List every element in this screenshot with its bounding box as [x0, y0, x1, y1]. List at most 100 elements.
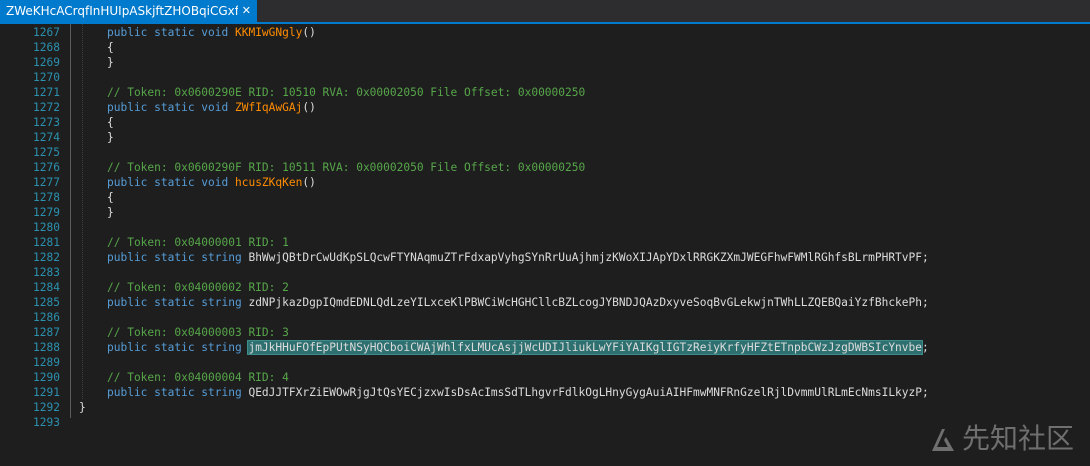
line-number: 1267	[33, 26, 60, 39]
keyword-token: public static string	[107, 251, 249, 264]
line-number: 1285	[33, 296, 60, 309]
line-number: 1282	[33, 251, 60, 264]
code-line[interactable]: 1276 // Token: 0x0600290F RID: 10511 RVA:…	[0, 160, 1090, 175]
comment-token: // Token: 0x0600290F RID: 10511 RVA: 0x0…	[107, 161, 586, 174]
close-icon[interactable]: ✕	[242, 0, 251, 22]
code-text: }	[79, 400, 86, 415]
code-line[interactable]: 1293	[0, 415, 1090, 430]
watermark-logo-icon	[931, 429, 954, 451]
code-token: BhWwjQBtDrCwUdKpSLQcwFTYNAqmuZTrFdxapVyh…	[248, 251, 922, 264]
code-line[interactable]: 1289	[0, 355, 1090, 370]
code-text: {	[107, 115, 114, 130]
code-line[interactable]: 1275	[0, 145, 1090, 160]
code-text: // Token: 0x0600290E RID: 10510 RVA: 0x0…	[107, 85, 585, 100]
keyword-token: public static void	[107, 176, 235, 189]
code-text: // Token: 0x04000001 RID: 1	[107, 235, 289, 250]
code-text: public static string zdNPjkazDgpIQmdEDNL…	[107, 295, 929, 310]
line-number: 1276	[33, 161, 60, 174]
method-name-token: KKMIwGNgly	[234, 26, 303, 39]
code-line[interactable]: 1282 public static string BhWwjQBtDrCwUdK…	[0, 250, 1090, 265]
line-number: 1286	[33, 311, 60, 324]
code-token: zdNPjkazDgpIQmdEDNLQdLzeYILxceKlPBWCiWcH…	[248, 296, 922, 309]
code-token: }	[79, 401, 86, 414]
code-text: // Token: 0x0600290F RID: 10511 RVA: 0x0…	[107, 160, 585, 175]
keyword-token: public static string	[107, 341, 249, 354]
code-token: ()	[302, 26, 316, 39]
line-number: 1291	[33, 386, 60, 399]
selected-identifier[interactable]: jmJkHHuFOfEpPUtNSyHQCboiCWAjWhlfxLMUcAsj…	[247, 340, 923, 355]
line-number: 1293	[33, 416, 60, 429]
watermark-label: 先知社区	[961, 422, 1074, 455]
code-token: ;	[922, 386, 929, 399]
code-line[interactable]: 1272 public static void ZWfIqAwGAj()	[0, 100, 1090, 115]
code-line[interactable]: 1285 public static string zdNPjkazDgpIQmd…	[0, 295, 1090, 310]
line-number: 1272	[33, 101, 60, 114]
code-line[interactable]: 1288 public static string jmJkHHuFOfEpPUt…	[0, 340, 1090, 355]
code-line[interactable]: 1292}	[0, 400, 1090, 415]
code-text: public static void ZWfIqAwGAj()	[107, 100, 316, 115]
code-line[interactable]: 1290 // Token: 0x04000004 RID: 4	[0, 370, 1090, 385]
code-text: // Token: 0x04000004 RID: 4	[107, 370, 289, 385]
comment-token: // Token: 0x04000004 RID: 4	[107, 371, 289, 384]
code-line[interactable]: 1283	[0, 265, 1090, 280]
tab-active-document[interactable]: ZWeKHcACrqfInHUIpASkjftZHOBqiCGxf... ✕	[0, 0, 257, 22]
code-token: ;	[922, 251, 929, 264]
comment-token: // Token: 0x04000003 RID: 3	[107, 326, 289, 339]
code-text: public static void hcusZKqKen()	[107, 175, 316, 190]
code-text: }	[107, 205, 114, 220]
code-line[interactable]: 1268 {	[0, 40, 1090, 55]
tab-bar: ZWeKHcACrqfInHUIpASkjftZHOBqiCGxf... ✕	[0, 0, 1090, 22]
line-number: 1268	[33, 41, 60, 54]
line-number: 1271	[33, 86, 60, 99]
code-token: {	[107, 116, 114, 129]
indent-guide	[82, 24, 84, 399]
code-token: }	[107, 56, 114, 69]
code-line[interactable]: 1277 public static void hcusZKqKen()	[0, 175, 1090, 190]
method-name-token: ZWfIqAwGAj	[234, 101, 303, 114]
code-line[interactable]: 1279}	[0, 205, 1090, 220]
code-line[interactable]: 1284 // Token: 0x04000002 RID: 2	[0, 280, 1090, 295]
code-line[interactable]: 1269}	[0, 55, 1090, 70]
watermark-text: 先知社区	[928, 422, 1074, 456]
line-number: 1289	[33, 356, 60, 369]
code-token: ;	[922, 296, 929, 309]
code-token: QEdJJTFXrZiEWOwRjgJtQsYECjzxwIsDsAcImsSd…	[248, 386, 922, 399]
code-line[interactable]: 1291 public static string QEdJJTFXrZiEWOw…	[0, 385, 1090, 400]
line-number: 1290	[33, 371, 60, 384]
code-line[interactable]: 1286	[0, 310, 1090, 325]
code-line[interactable]: 1270	[0, 70, 1090, 85]
code-line[interactable]: 1273 {	[0, 115, 1090, 130]
code-text: public static string QEdJJTFXrZiEWOwRjgJ…	[107, 385, 929, 400]
code-token: ()	[302, 176, 316, 189]
code-token: {	[107, 191, 114, 204]
code-token: }	[107, 206, 114, 219]
code-token: }	[107, 131, 114, 144]
code-text: }	[107, 130, 114, 145]
line-number: 1278	[33, 191, 60, 204]
code-line[interactable]: 1281 // Token: 0x04000001 RID: 1	[0, 235, 1090, 250]
line-number: 1277	[33, 176, 60, 189]
code-text: // Token: 0x04000003 RID: 3	[107, 325, 289, 340]
line-number: 1288	[33, 341, 60, 354]
method-name-token: hcusZKqKen	[234, 176, 303, 189]
comment-token: // Token: 0x0600290E RID: 10510 RVA: 0x0…	[107, 86, 586, 99]
code-line[interactable]: 1274}	[0, 130, 1090, 145]
code-lines: 1267 public static void KKMIwGNgly() 1268{…	[0, 24, 1090, 429]
line-number: 1283	[33, 266, 60, 279]
code-line[interactable]: 1280	[0, 220, 1090, 235]
code-line[interactable]: 1278 {	[0, 190, 1090, 205]
line-number: 1281	[33, 236, 60, 249]
code-line[interactable]: 1271 // Token: 0x0600290E RID: 10510 RVA:…	[0, 85, 1090, 100]
code-text: public static void KKMIwGNgly()	[107, 25, 316, 40]
code-text: // Token: 0x04000002 RID: 2	[107, 280, 289, 295]
keyword-token: public static string	[107, 386, 249, 399]
line-number: 1284	[33, 281, 60, 294]
code-editor[interactable]: 1267 public static void KKMIwGNgly() 1268{…	[0, 24, 1090, 466]
fold-margin-line	[70, 24, 71, 418]
line-number: 1269	[33, 56, 60, 69]
code-line[interactable]: 1287 // Token: 0x04000003 RID: 3	[0, 325, 1090, 340]
code-line[interactable]: 1267 public static void KKMIwGNgly()	[0, 25, 1090, 40]
code-token: ()	[302, 101, 316, 114]
keyword-token: public static string	[107, 296, 249, 309]
code-text: public static string jmJkHHuFOfEpPUtNSyH…	[107, 340, 929, 355]
